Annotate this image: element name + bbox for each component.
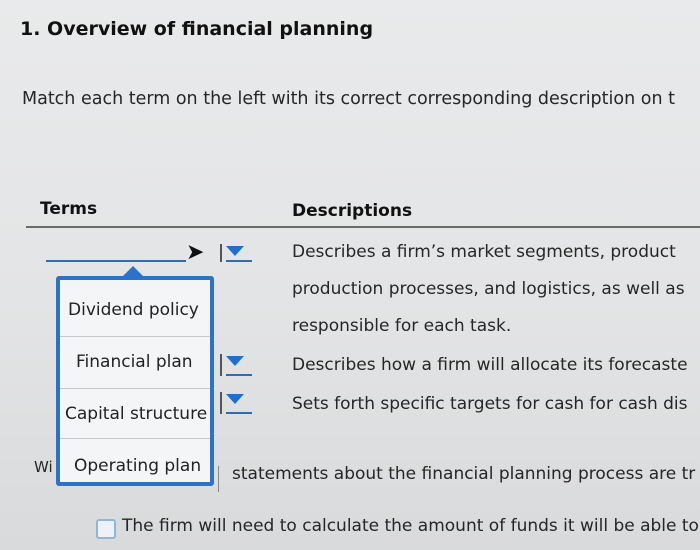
description-2: Describes how a firm will allocate its f… [292, 355, 688, 375]
description-1-line-2: production processes, and logistics, as … [292, 279, 685, 299]
descriptions-column-header: Descriptions [292, 201, 413, 221]
mouse-pointer-icon: ➤ [186, 240, 205, 265]
answer-slot-1-trigger[interactable] [226, 260, 252, 262]
dropdown-separator [60, 438, 210, 439]
answer-slot-1[interactable] [46, 260, 186, 262]
dropdown-option-operating-plan[interactable]: Operating plan [74, 456, 224, 476]
dropdown-divider [220, 392, 222, 414]
question-instruction: Match each term on the left with its cor… [22, 89, 675, 109]
dropdown-separator [60, 388, 210, 389]
answer-slot-2-trigger[interactable] [226, 374, 252, 376]
chevron-down-icon[interactable] [226, 356, 244, 366]
header-divider [26, 226, 700, 228]
dropdown-option-financial-plan[interactable]: Financial plan [76, 352, 226, 372]
dropdown-divider [220, 244, 222, 262]
next-question-text: statements about the financial planning … [232, 464, 696, 484]
answer-option-1: The firm will need to calculate the amou… [122, 516, 699, 536]
terms-column-header: Terms [40, 199, 98, 219]
chevron-down-icon[interactable] [226, 394, 244, 404]
description-3: Sets forth specific targets for cash for… [292, 394, 688, 414]
dropdown-option-dividend-policy[interactable]: Dividend policy [68, 300, 218, 320]
description-1-line-3: responsible for each task. [292, 316, 512, 336]
answer-checkbox[interactable] [96, 519, 116, 539]
bracket-divider [218, 466, 225, 492]
description-1-line-1: Describes a firm’s market segments, prod… [292, 242, 676, 262]
question-title: 1. Overview of financial planning [20, 18, 374, 40]
next-question-prefix: Wi [34, 458, 53, 476]
answer-slot-3-trigger[interactable] [226, 412, 252, 414]
dropdown-option-capital-structure[interactable]: Capital structure [65, 404, 215, 424]
dropdown-separator [60, 336, 210, 337]
term-dropdown-menu: Dividend policy Financial plan Capital s… [56, 276, 214, 486]
chevron-down-icon[interactable] [226, 246, 244, 256]
